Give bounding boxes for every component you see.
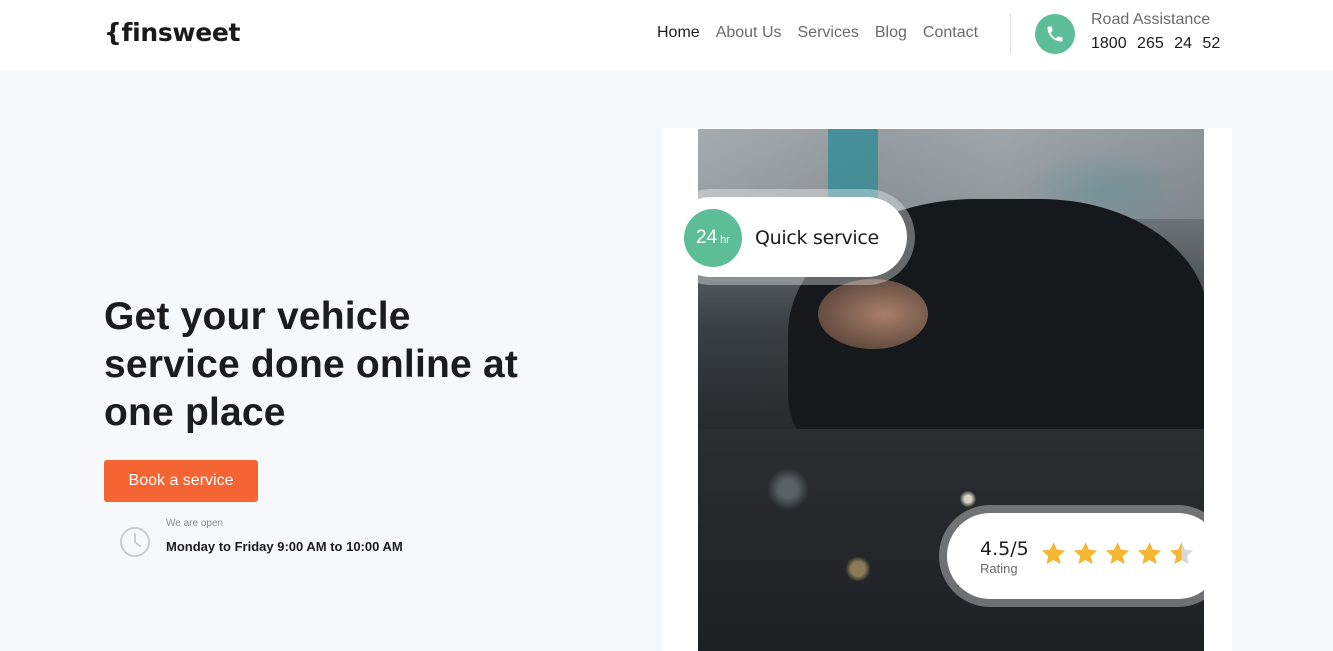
header-divider (1010, 14, 1011, 54)
nav-link-blog[interactable]: Blog (875, 24, 907, 42)
rating-label: Rating (980, 561, 1018, 576)
nav-link-services[interactable]: Services (798, 24, 859, 42)
star-half-icon (1170, 542, 1193, 565)
quick-service-badge: 24 hr (684, 209, 742, 267)
main-nav: Home About Us Services Blog Contact (657, 24, 978, 42)
opening-hours: Monday to Friday 9:00 AM to 10:00 AM (166, 539, 403, 554)
road-assistance-number[interactable]: 1800 265 24 52 (1091, 35, 1220, 53)
star-icon (1042, 542, 1065, 565)
book-service-button[interactable]: Book a service (104, 460, 258, 502)
clock-icon (120, 527, 150, 557)
site-header: {finsweet Home About Us Services Blog Co… (0, 0, 1333, 70)
workshop-beam (828, 129, 878, 199)
nav-link-about-us[interactable]: About Us (716, 24, 782, 42)
nav-link-home[interactable]: Home (657, 24, 700, 42)
star-icon (1106, 542, 1129, 565)
badge-number: 24 (696, 227, 718, 248)
opening-label: We are open (166, 518, 224, 529)
nav-link-contact[interactable]: Contact (923, 24, 978, 42)
hero-headline: Get your vehicle service done online at … (104, 295, 519, 434)
mechanic-face (818, 279, 928, 349)
star-icon (1138, 542, 1161, 565)
rating-score: 4.5/5 (980, 538, 1029, 560)
rating-stars (1040, 540, 1195, 567)
star-icon (1074, 542, 1097, 565)
road-assistance-label: Road Assistance (1091, 11, 1211, 28)
brand-logo[interactable]: {finsweet (104, 18, 240, 47)
quick-service-label: Quick service (755, 227, 879, 249)
badge-unit: hr (720, 234, 730, 246)
phone-icon[interactable] (1035, 14, 1075, 54)
